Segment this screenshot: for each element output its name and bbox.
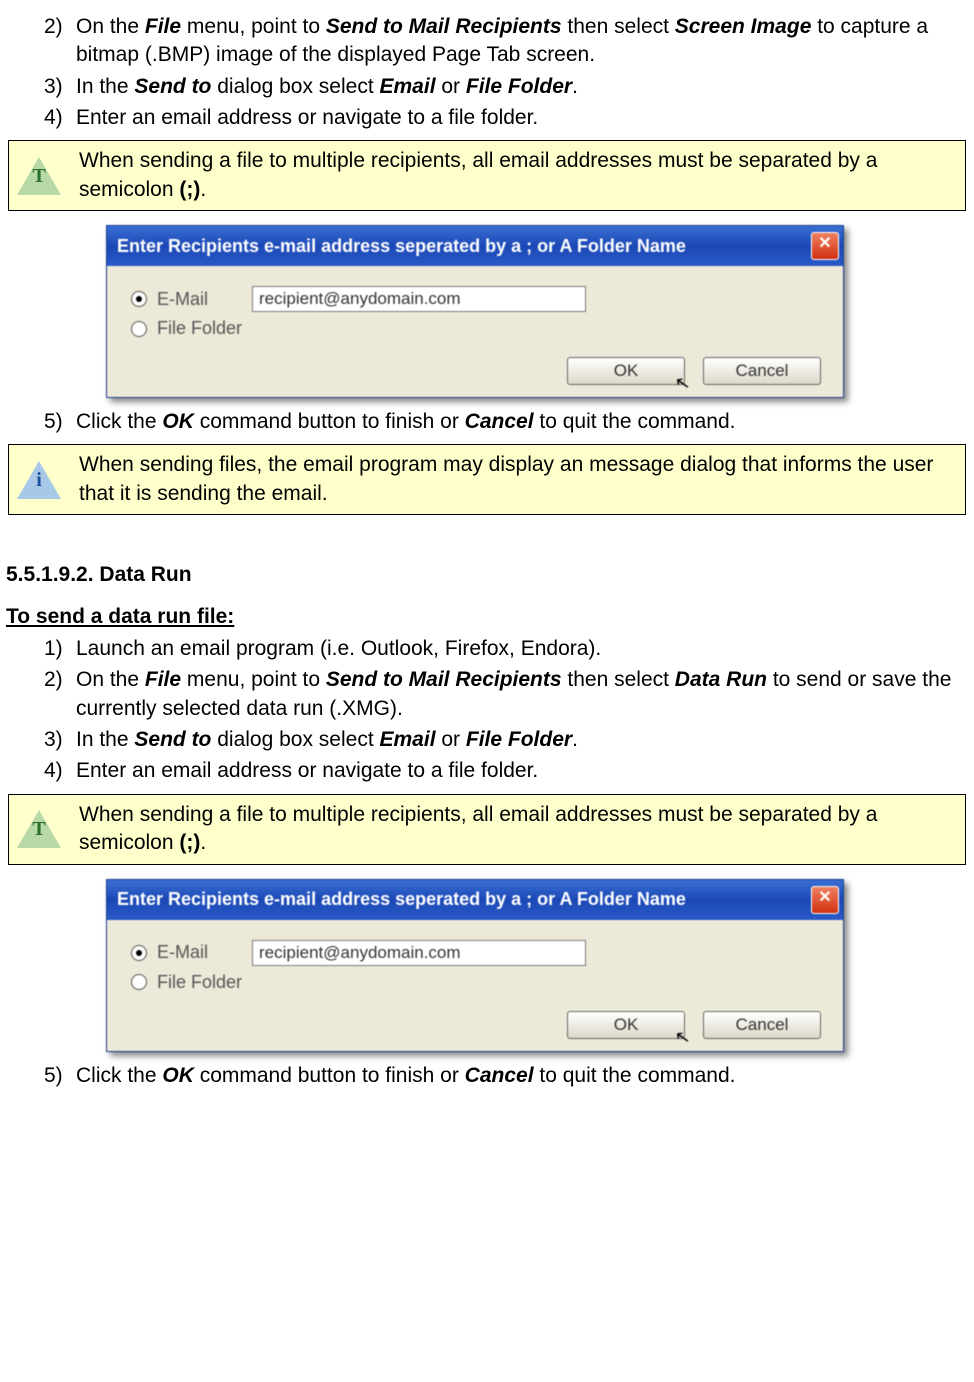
send-to-dialog: Enter Recipients e-mail address seperate… (106, 225, 844, 398)
email-field[interactable]: recipient@anydomain.com (252, 940, 586, 966)
send-to-dialog: Enter Recipients e-mail address seperate… (106, 879, 844, 1052)
step-text: Click the OK command button to finish or… (76, 408, 968, 436)
step-number: 3) (44, 726, 76, 754)
info-text: When sending files, the email program ma… (79, 451, 957, 508)
tip-icon: T (17, 157, 61, 195)
section-heading: 5.5.1.9.2. Data Run (6, 563, 968, 587)
info-icon: i (17, 461, 61, 499)
ok-button[interactable]: OK ↖ (567, 1011, 685, 1039)
radio-folder[interactable] (131, 974, 147, 990)
step-text: On the File menu, point to Send to Mail … (76, 666, 968, 723)
step-number: 2) (44, 666, 76, 723)
section-subheading: To send a data run file: (6, 605, 968, 629)
tip-box: T When sending a file to multiple recipi… (8, 140, 966, 211)
step-number: 2) (44, 13, 76, 70)
radio-email-label: E-Mail (157, 942, 208, 963)
dialog-titlebar: Enter Recipients e-mail address seperate… (107, 880, 843, 920)
radio-folder-label: File Folder (157, 318, 242, 339)
step-a5: 5) Click the OK command button to finish… (44, 408, 968, 436)
step-text: On the File menu, point to Send to Mail … (76, 13, 968, 70)
dialog-title: Enter Recipients e-mail address seperate… (117, 889, 811, 910)
info-box: i When sending files, the email program … (8, 444, 966, 515)
step-a3: 3) In the Send to dialog box select Emai… (44, 73, 968, 101)
step-text: Enter an email address or navigate to a … (76, 757, 968, 785)
step-a4: 4) Enter an email address or navigate to… (44, 104, 968, 132)
step-text: Enter an email address or navigate to a … (76, 104, 968, 132)
cursor-icon: ↖ (673, 1025, 692, 1048)
step-b3: 3) In the Send to dialog box select Emai… (44, 726, 968, 754)
tip-text: When sending a file to multiple recipien… (79, 147, 957, 204)
radio-folder-row[interactable]: File Folder (131, 318, 827, 339)
radio-folder-label: File Folder (157, 972, 242, 993)
step-number: 3) (44, 73, 76, 101)
cursor-icon: ↖ (673, 372, 692, 395)
tip-box: T When sending a file to multiple recipi… (8, 794, 966, 865)
dialog-screenshot: Enter Recipients e-mail address seperate… (106, 225, 846, 398)
radio-email-row[interactable]: E-Mail recipient@anydomain.com (131, 286, 827, 312)
ok-button[interactable]: OK ↖ (567, 357, 685, 385)
step-text: In the Send to dialog box select Email o… (76, 726, 968, 754)
step-number: 1) (44, 635, 76, 663)
close-button[interactable]: ✕ (811, 886, 839, 914)
radio-folder[interactable] (131, 321, 147, 337)
cancel-button[interactable]: Cancel (703, 357, 821, 385)
step-b1: 1) Launch an email program (i.e. Outlook… (44, 635, 968, 663)
radio-folder-row[interactable]: File Folder (131, 972, 827, 993)
dialog-screenshot: Enter Recipients e-mail address seperate… (106, 879, 846, 1052)
step-text: Click the OK command button to finish or… (76, 1062, 968, 1090)
step-number: 4) (44, 757, 76, 785)
step-text: In the Send to dialog box select Email o… (76, 73, 968, 101)
radio-email[interactable] (131, 945, 147, 961)
dialog-titlebar: Enter Recipients e-mail address seperate… (107, 226, 843, 266)
radio-email-row[interactable]: E-Mail recipient@anydomain.com (131, 940, 827, 966)
step-text: Launch an email program (i.e. Outlook, F… (76, 635, 968, 663)
step-b5: 5) Click the OK command button to finish… (44, 1062, 968, 1090)
close-button[interactable]: ✕ (811, 232, 839, 260)
tip-icon: T (17, 810, 61, 848)
step-number: 4) (44, 104, 76, 132)
dialog-title: Enter Recipients e-mail address seperate… (117, 236, 811, 257)
step-b4: 4) Enter an email address or navigate to… (44, 757, 968, 785)
step-number: 5) (44, 1062, 76, 1090)
radio-email-label: E-Mail (157, 289, 208, 310)
step-number: 5) (44, 408, 76, 436)
step-a2: 2) On the File menu, point to Send to Ma… (44, 13, 968, 70)
cancel-button[interactable]: Cancel (703, 1011, 821, 1039)
radio-email[interactable] (131, 291, 147, 307)
email-field[interactable]: recipient@anydomain.com (252, 286, 586, 312)
step-b2: 2) On the File menu, point to Send to Ma… (44, 666, 968, 723)
tip-text: When sending a file to multiple recipien… (79, 801, 957, 858)
